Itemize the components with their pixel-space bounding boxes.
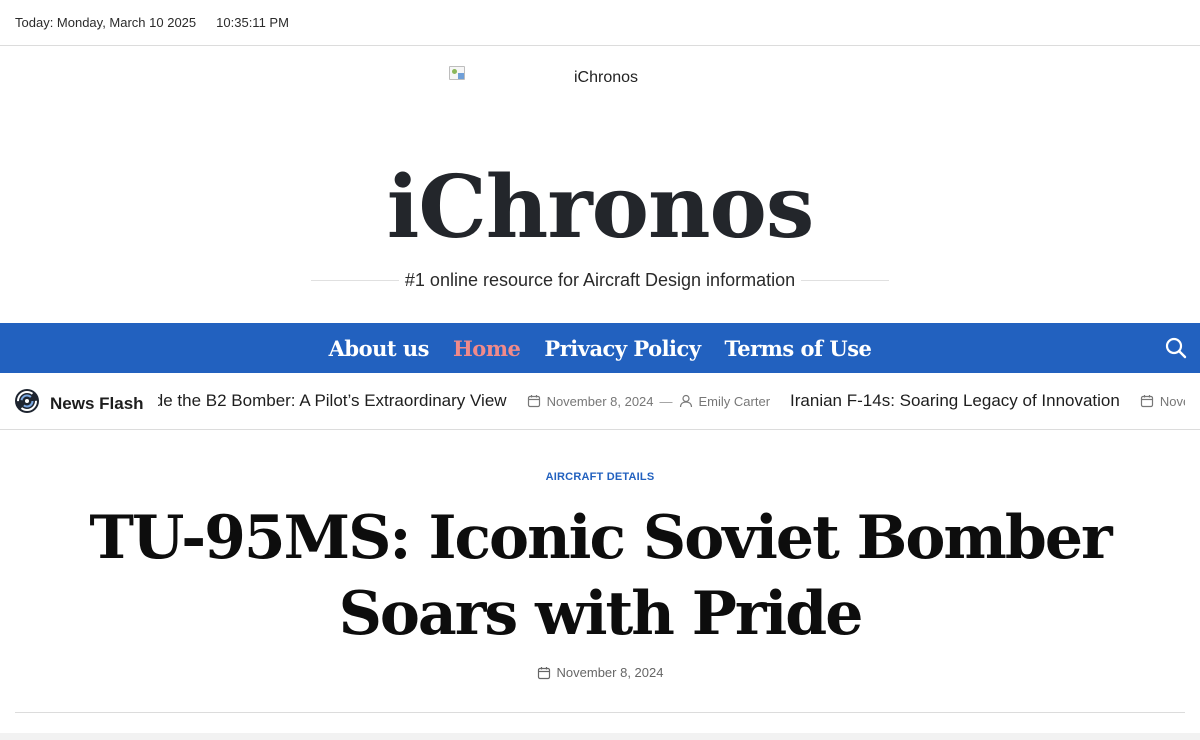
ticker-item-meta: November 8, 2024 — Emily Carter xyxy=(527,394,770,409)
news-flash-title: News Flash xyxy=(50,393,144,413)
current-date: Today: Monday, March 10 2025 xyxy=(15,15,197,30)
user-icon xyxy=(679,394,692,408)
meta-separator: — xyxy=(659,393,673,409)
tagline-divider-right xyxy=(801,279,890,281)
ticker-item-date: November 8, 2024 xyxy=(546,393,654,409)
bottom-strip xyxy=(0,733,1200,740)
news-flash-label: News Flash xyxy=(14,388,158,419)
broken-image-icon xyxy=(449,66,465,80)
nav-item-privacy-policy[interactable]: Privacy Policy xyxy=(544,336,701,361)
content-divider xyxy=(15,712,1185,713)
current-time: 10:35:11 PM xyxy=(216,15,289,30)
ticker-item-meta: Novemb xyxy=(1140,394,1185,409)
nav-item-home[interactable]: Home xyxy=(453,336,521,361)
logo-alt-text: iChronos xyxy=(574,69,639,86)
ticker-item-date: Novemb xyxy=(1159,393,1185,409)
site-tagline: #1 online resource for Aircraft Design i… xyxy=(404,269,796,290)
tagline-row: #1 online resource for Aircraft Design i… xyxy=(311,268,890,292)
ticker-item-title[interactable]: ide the B2 Bomber: A Pilot’s Extraordina… xyxy=(154,391,507,411)
site-title[interactable]: iChronos xyxy=(0,165,1200,251)
article-date: November 8, 2024 xyxy=(556,665,664,680)
article-title: TU-95MS: Iconic Soviet Bomber Soars with… xyxy=(89,503,1112,649)
ticker-item-author[interactable]: Emily Carter xyxy=(699,394,771,409)
news-flash-bar: News Flash ide the B2 Bomber: A Pilot’s … xyxy=(0,373,1200,430)
nav-item-terms-of-use[interactable]: Terms of Use xyxy=(725,336,872,361)
article-meta: November 8, 2024 xyxy=(0,665,1200,680)
news-ticker: ide the B2 Bomber: A Pilot’s Extraordina… xyxy=(154,373,1185,429)
site-logo[interactable]: iChronos xyxy=(449,66,638,87)
nav-item-about-us[interactable]: About us xyxy=(329,336,430,361)
article-category[interactable]: AIRCRAFT DETAILS xyxy=(0,471,1200,483)
flash-spinner-icon xyxy=(14,388,40,419)
search-icon[interactable] xyxy=(1164,336,1188,360)
top-bar: Today: Monday, March 10 2025 10:35:11 PM xyxy=(0,0,1200,46)
calendar-icon xyxy=(1140,395,1153,408)
calendar-icon xyxy=(537,666,550,679)
main-navigation: About us Home Privacy Policy Terms of Us… xyxy=(0,323,1200,373)
tagline-divider-left xyxy=(311,279,399,281)
calendar-icon xyxy=(527,395,540,408)
ticker-item-title[interactable]: Iranian F-14s: Soaring Legacy of Innovat… xyxy=(790,391,1120,411)
